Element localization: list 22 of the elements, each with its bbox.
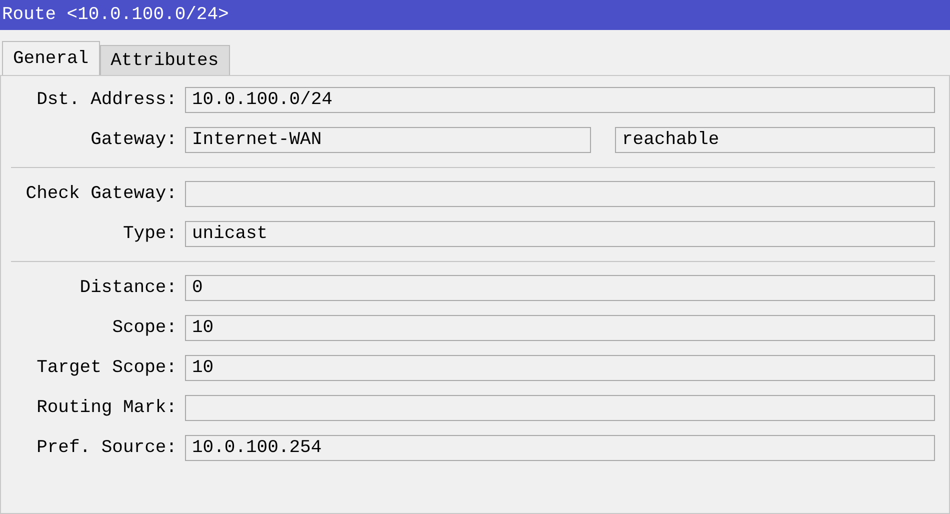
field-label: Dst. Address: <box>36 90 177 110</box>
input-field[interactable]: Internet-WAN <box>185 127 591 153</box>
input-field[interactable] <box>185 395 935 421</box>
field-label: Gateway: <box>90 130 177 150</box>
tab[interactable]: General <box>2 41 100 75</box>
input-field[interactable]: 10 <box>185 355 935 381</box>
tab[interactable]: Attributes <box>100 45 230 75</box>
field-label: Pref. Source: <box>36 438 177 458</box>
input-field[interactable]: 10.0.100.254 <box>185 435 935 461</box>
status-field: reachable <box>615 127 935 153</box>
input-field[interactable]: unicast <box>185 221 935 247</box>
input-field[interactable]: 0 <box>185 275 935 301</box>
input-field[interactable] <box>185 181 935 207</box>
input-field[interactable]: 10 <box>185 315 935 341</box>
field-label: Routing Mark: <box>36 398 177 418</box>
field-label: Scope: <box>111 318 177 338</box>
field-label: Check Gateway: <box>24 184 177 204</box>
input-field[interactable]: 10.0.100.0/24 <box>185 87 935 113</box>
field-label: Target Scope: <box>36 358 177 378</box>
window-title: Route <10.0.100.0/24> <box>2 5 229 25</box>
field-label: Type: <box>122 224 177 244</box>
field-label: Distance: <box>78 278 177 298</box>
